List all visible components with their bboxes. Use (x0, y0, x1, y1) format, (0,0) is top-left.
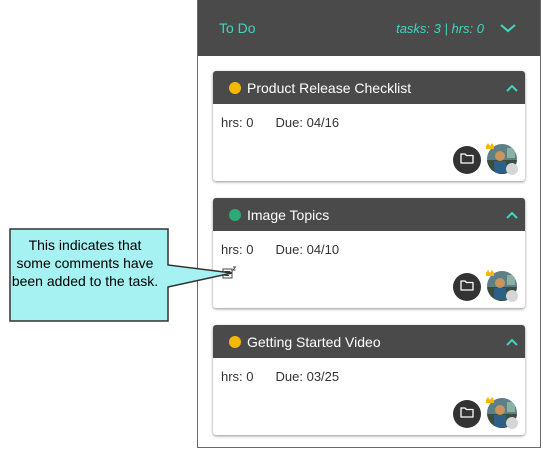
todo-column: To Do tasks: 3 | hrs: 0 Product Release … (197, 0, 541, 448)
chevron-up-icon[interactable] (499, 71, 525, 104)
task-title[interactable]: Getting Started Video (247, 334, 381, 350)
folder-icon (460, 278, 474, 296)
task-title[interactable]: Image Topics (247, 207, 329, 223)
folder-button[interactable] (453, 146, 481, 174)
task-card-header: Getting Started Video (213, 325, 525, 358)
task-meta: hrs: 0 Due: 04/16 (221, 115, 339, 130)
column-header: To Do tasks: 3 | hrs: 0 (198, 0, 540, 56)
task-card-header: Product Release Checklist (213, 71, 525, 104)
chevron-down-icon[interactable] (498, 18, 518, 38)
callout-text: This indicates that some comments have b… (11, 237, 159, 289)
task-due-date: Due: 03/25 (275, 369, 340, 384)
chevron-up-icon[interactable] (499, 198, 525, 231)
column-title: To Do (219, 20, 256, 36)
folder-button[interactable] (453, 400, 481, 428)
assignee-avatar[interactable] (485, 269, 519, 303)
assignee-avatar[interactable] (485, 396, 519, 430)
task-meta: hrs: 0 Due: 04/10 (221, 242, 339, 257)
status-dot (229, 335, 241, 348)
task-meta: hrs: 0 Due: 03/25 (221, 369, 339, 384)
folder-button[interactable] (453, 273, 481, 301)
status-dot (229, 81, 241, 94)
assignee-avatar[interactable] (485, 142, 519, 176)
task-hours: hrs: 0 (221, 115, 254, 130)
task-due-date: Due: 04/10 (275, 242, 340, 257)
task-due-date: Due: 04/16 (275, 115, 340, 130)
status-dot (229, 208, 241, 221)
task-card[interactable]: Image Topics hrs: 0 Due: 04/10 (213, 198, 525, 308)
folder-icon (460, 405, 474, 423)
task-card-header: Image Topics (213, 198, 525, 231)
task-card[interactable]: Product Release Checklist hrs: 0 Due: 04… (213, 71, 525, 181)
folder-icon (460, 151, 474, 169)
task-hours: hrs: 0 (221, 369, 254, 384)
task-title[interactable]: Product Release Checklist (247, 80, 411, 96)
chevron-up-icon[interactable] (499, 325, 525, 358)
task-card[interactable]: Getting Started Video hrs: 0 Due: 03/25 (213, 325, 525, 435)
column-summary: tasks: 3 | hrs: 0 (396, 20, 484, 36)
